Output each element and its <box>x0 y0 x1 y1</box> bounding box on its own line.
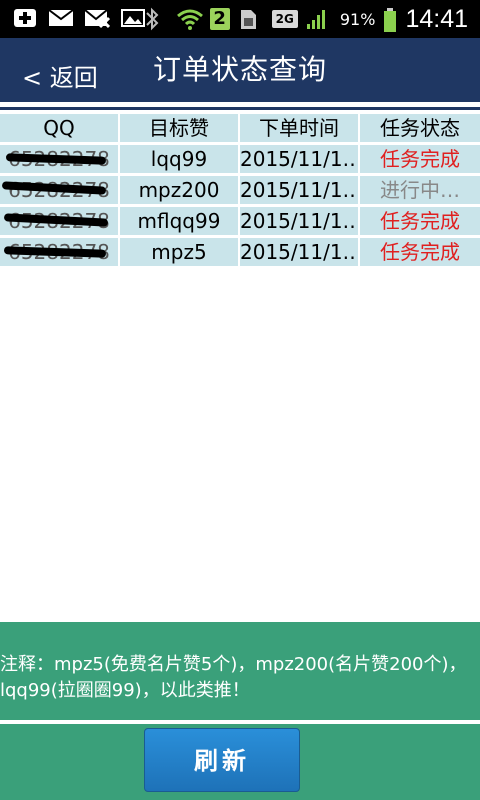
target-cell: mflqq99 <box>120 207 238 235</box>
table-header-row: QQ 目标赞 下单时间 任务状态 <box>0 114 480 144</box>
time-cell: 2015/11/1… <box>240 176 358 204</box>
status-cell: 任务完成 <box>360 207 480 235</box>
mail-crossed-icon <box>84 6 111 30</box>
status-bar: 2 2G 91% 14:41 <box>0 0 480 38</box>
notification-icons <box>12 6 146 30</box>
target-cell: lqq99 <box>120 145 238 173</box>
sim-slot-badge: 2 <box>209 8 230 30</box>
system-icons: 2 2G 91% 14:41 <box>142 2 468 36</box>
battery-percent: 91% <box>339 9 376 29</box>
status-cell: 任务完成 <box>360 238 480 266</box>
sim-icon <box>238 7 264 31</box>
status-cell: 任务完成 <box>360 145 480 173</box>
note-text: 注释：mpz5(免费名片赞5个)，mpz200(名片赞200个)，lqq99(拉… <box>0 654 467 701</box>
refresh-button[interactable]: 刷新 <box>144 728 300 792</box>
column-header-qq: QQ <box>0 114 118 142</box>
target-cell: mpz200 <box>120 176 238 204</box>
mail-icon <box>48 6 74 30</box>
footer-divider <box>0 720 480 724</box>
network-type-badge: 2G <box>271 10 298 28</box>
bluetooth-icon <box>142 7 168 31</box>
battery-icon <box>383 7 397 32</box>
target-cell: mpz5 <box>120 238 238 266</box>
column-header-status: 任务状态 <box>360 114 480 142</box>
wifi-icon <box>176 7 203 31</box>
header-divider-dark <box>0 107 480 110</box>
column-header-target: 目标赞 <box>120 114 238 142</box>
clock: 14:41 <box>405 4 468 33</box>
signal-icon <box>306 7 332 31</box>
time-cell: 2015/11/1… <box>240 238 358 266</box>
add-icon <box>12 6 38 30</box>
time-cell: 2015/11/1… <box>240 207 358 235</box>
status-cell: 进行中… <box>360 176 480 204</box>
column-header-time: 下单时间 <box>240 114 358 142</box>
page-title: 订单状态查询 <box>152 53 327 86</box>
time-cell: 2015/11/1… <box>240 145 358 173</box>
